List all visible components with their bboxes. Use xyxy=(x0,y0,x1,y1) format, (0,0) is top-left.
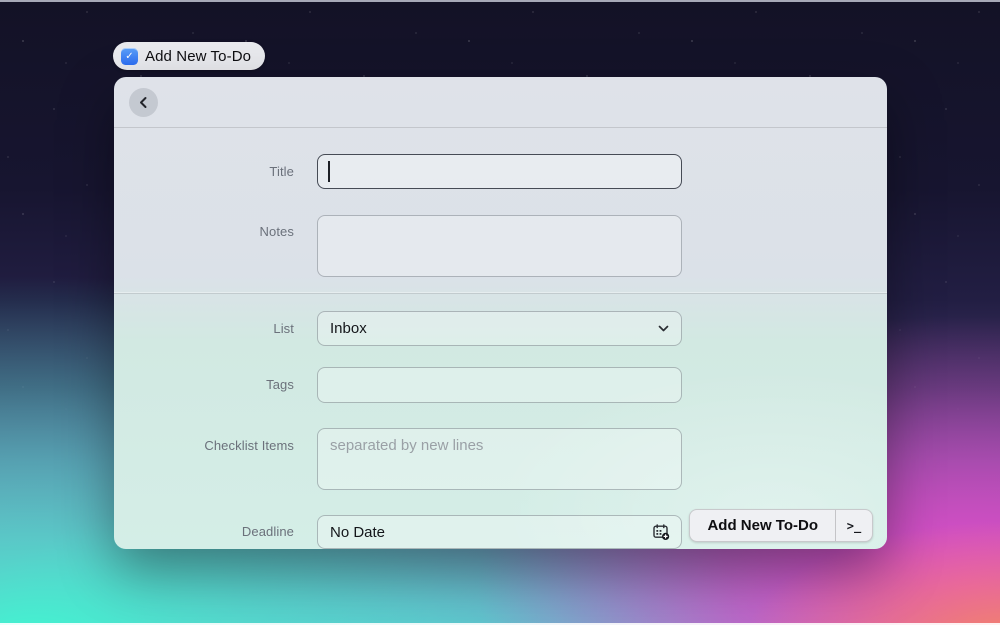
quick-action-label: Add New To-Do xyxy=(145,47,252,65)
deadline-label: Deadline xyxy=(241,524,294,539)
add-todo-window: Title Notes List Inbox Tags Checklist It… xyxy=(114,77,887,549)
back-button[interactable] xyxy=(129,88,158,117)
tags-label: Tags xyxy=(266,377,294,392)
title-input[interactable] xyxy=(317,154,682,189)
deadline-picker[interactable]: No Date xyxy=(317,515,682,549)
title-label: Title xyxy=(269,164,294,179)
quick-action-button[interactable]: ✓ Add New To-Do xyxy=(113,42,266,70)
todo-checkbox-icon: ✓ xyxy=(121,47,138,65)
notes-label: Notes xyxy=(259,224,294,239)
text-caret xyxy=(328,161,330,182)
deadline-value: No Date xyxy=(330,523,386,541)
notes-input[interactable] xyxy=(317,215,682,277)
add-todo-submit-button[interactable]: Add New To-Do xyxy=(690,510,835,541)
terminal-icon[interactable]: >_ xyxy=(835,510,872,541)
list-dropdown[interactable]: Inbox xyxy=(317,311,682,346)
window-header xyxy=(114,77,887,128)
list-selected-value: Inbox xyxy=(330,320,367,337)
list-label: List xyxy=(273,321,294,336)
checklist-label: Checklist Items xyxy=(204,438,294,453)
screen-top-edge xyxy=(0,0,1000,2)
checklist-input[interactable] xyxy=(317,428,682,490)
calendar-add-icon[interactable] xyxy=(651,522,671,542)
chevron-down-icon xyxy=(658,325,669,332)
chevron-left-icon xyxy=(140,97,147,108)
section-divider xyxy=(114,293,887,294)
tags-input[interactable] xyxy=(317,367,682,403)
submit-button-group: Add New To-Do >_ xyxy=(689,509,873,542)
